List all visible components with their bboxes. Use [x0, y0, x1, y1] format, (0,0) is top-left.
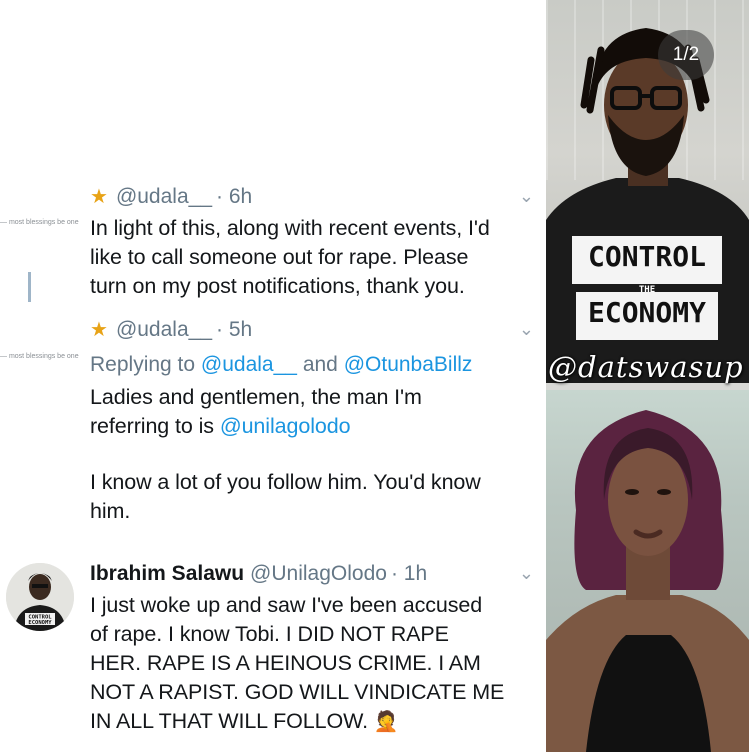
tweet-line: HER. RAPE IS A HEINOUS CRIME. I AM	[90, 651, 481, 675]
tshirt-text-the: THE	[638, 285, 656, 295]
faded-avatar-text: — most blessings be one	[0, 353, 79, 360]
tweet-text: Ladies and gentlemen, the man I'm referr…	[90, 383, 540, 526]
tweet-time: · 5h	[216, 318, 253, 341]
faded-avatar-text: — most blessings be one	[0, 219, 79, 226]
reply-prefix: Replying to	[90, 353, 196, 376]
tweet-time: · 1h	[390, 562, 428, 585]
tweet-3[interactable]: Ibrahim Salawu @UnilagOlodo · 1h ⌄ I jus…	[90, 561, 540, 737]
tweet-line-prefix: referring to is	[90, 414, 214, 438]
tweet-time: · 6h	[216, 185, 253, 208]
tweet-screenshot-panel: — most blessings be one — most blessings…	[0, 0, 546, 752]
tweet-line: referring to is @unilagolodo	[90, 412, 540, 441]
woman-photo	[546, 390, 749, 752]
facepalm-emoji-icon: 🤦	[373, 711, 399, 733]
tweet-line-text: IN ALL THAT WILL FOLLOW.	[90, 709, 368, 733]
tweet-line: I know a lot of you follow him. You'd kn…	[90, 470, 481, 494]
tweet-line: like to call someone out for rape. Pleas…	[90, 245, 469, 269]
replying-to: Replying to @udala__ and @OtunbaBillz	[90, 351, 540, 379]
tweet-line: NOT A RAPIST. GOD WILL VINDICATE ME	[90, 680, 505, 704]
tweet-handle[interactable]: @udala__	[116, 184, 212, 210]
thread-line	[28, 272, 31, 302]
tweet-line: Ladies and gentlemen, the man I'm	[90, 385, 422, 409]
star-icon: ★	[90, 319, 108, 341]
tweet-header: Ibrahim Salawu @UnilagOlodo · 1h	[90, 561, 540, 587]
reply-and: and	[302, 353, 338, 376]
tweet-line: In light of this, along with recent even…	[90, 216, 490, 240]
star-icon: ★	[90, 186, 108, 208]
tweet-line: turn on my post notifications, thank you…	[90, 274, 465, 298]
tweet-line: I just woke up and saw I've been accused	[90, 593, 483, 617]
tweet-text: I just woke up and saw I've been accused…	[90, 591, 540, 737]
mention-link[interactable]: @unilagolodo	[220, 414, 351, 438]
tshirt-text-control: CONTROL	[587, 240, 706, 273]
tweet-line: of rape. I know Tobi. I DID NOT RAPE	[90, 622, 449, 646]
avatar-shirt-text: ECONOMY	[28, 620, 52, 626]
chevron-down-icon[interactable]: ⌄	[519, 319, 534, 340]
chevron-down-icon[interactable]: ⌄	[519, 563, 534, 584]
reply-user-link[interactable]: @OtunbaBillz	[344, 353, 473, 376]
image-counter: 1/2	[658, 30, 714, 80]
tweet-handle[interactable]: @UnilagOlodo	[250, 561, 387, 587]
reply-user-link[interactable]: @udala__	[201, 353, 297, 376]
watermark: @datswasup	[548, 350, 744, 384]
tweet-line: IN ALL THAT WILL FOLLOW. 🤦	[90, 707, 540, 737]
tshirt-text-economy: ECONOMY	[587, 296, 706, 329]
tweet-header: ★ @udala__ · 6h	[90, 184, 540, 210]
user-name[interactable]: Ibrahim Salawu	[90, 561, 244, 587]
tweet-handle[interactable]: @udala__	[116, 317, 212, 343]
tweet-line: him.	[90, 499, 131, 523]
avatar-image: CONTROL ECONOMY	[6, 563, 74, 631]
avatar[interactable]: CONTROL ECONOMY	[6, 563, 74, 631]
chevron-down-icon[interactable]: ⌄	[519, 186, 534, 207]
tweet-1[interactable]: ★ @udala__ · 6h ⌄ In light of this, alon…	[90, 184, 540, 301]
tweet-text: In light of this, along with recent even…	[90, 214, 540, 301]
woman-figure	[546, 410, 749, 752]
man-photo: CONTROL THE ECONOMY	[546, 0, 749, 383]
tweet-2[interactable]: ★ @udala__ · 5h ⌄ Replying to @udala__ a…	[90, 317, 540, 526]
tweet-header: ★ @udala__ · 5h	[90, 317, 540, 343]
